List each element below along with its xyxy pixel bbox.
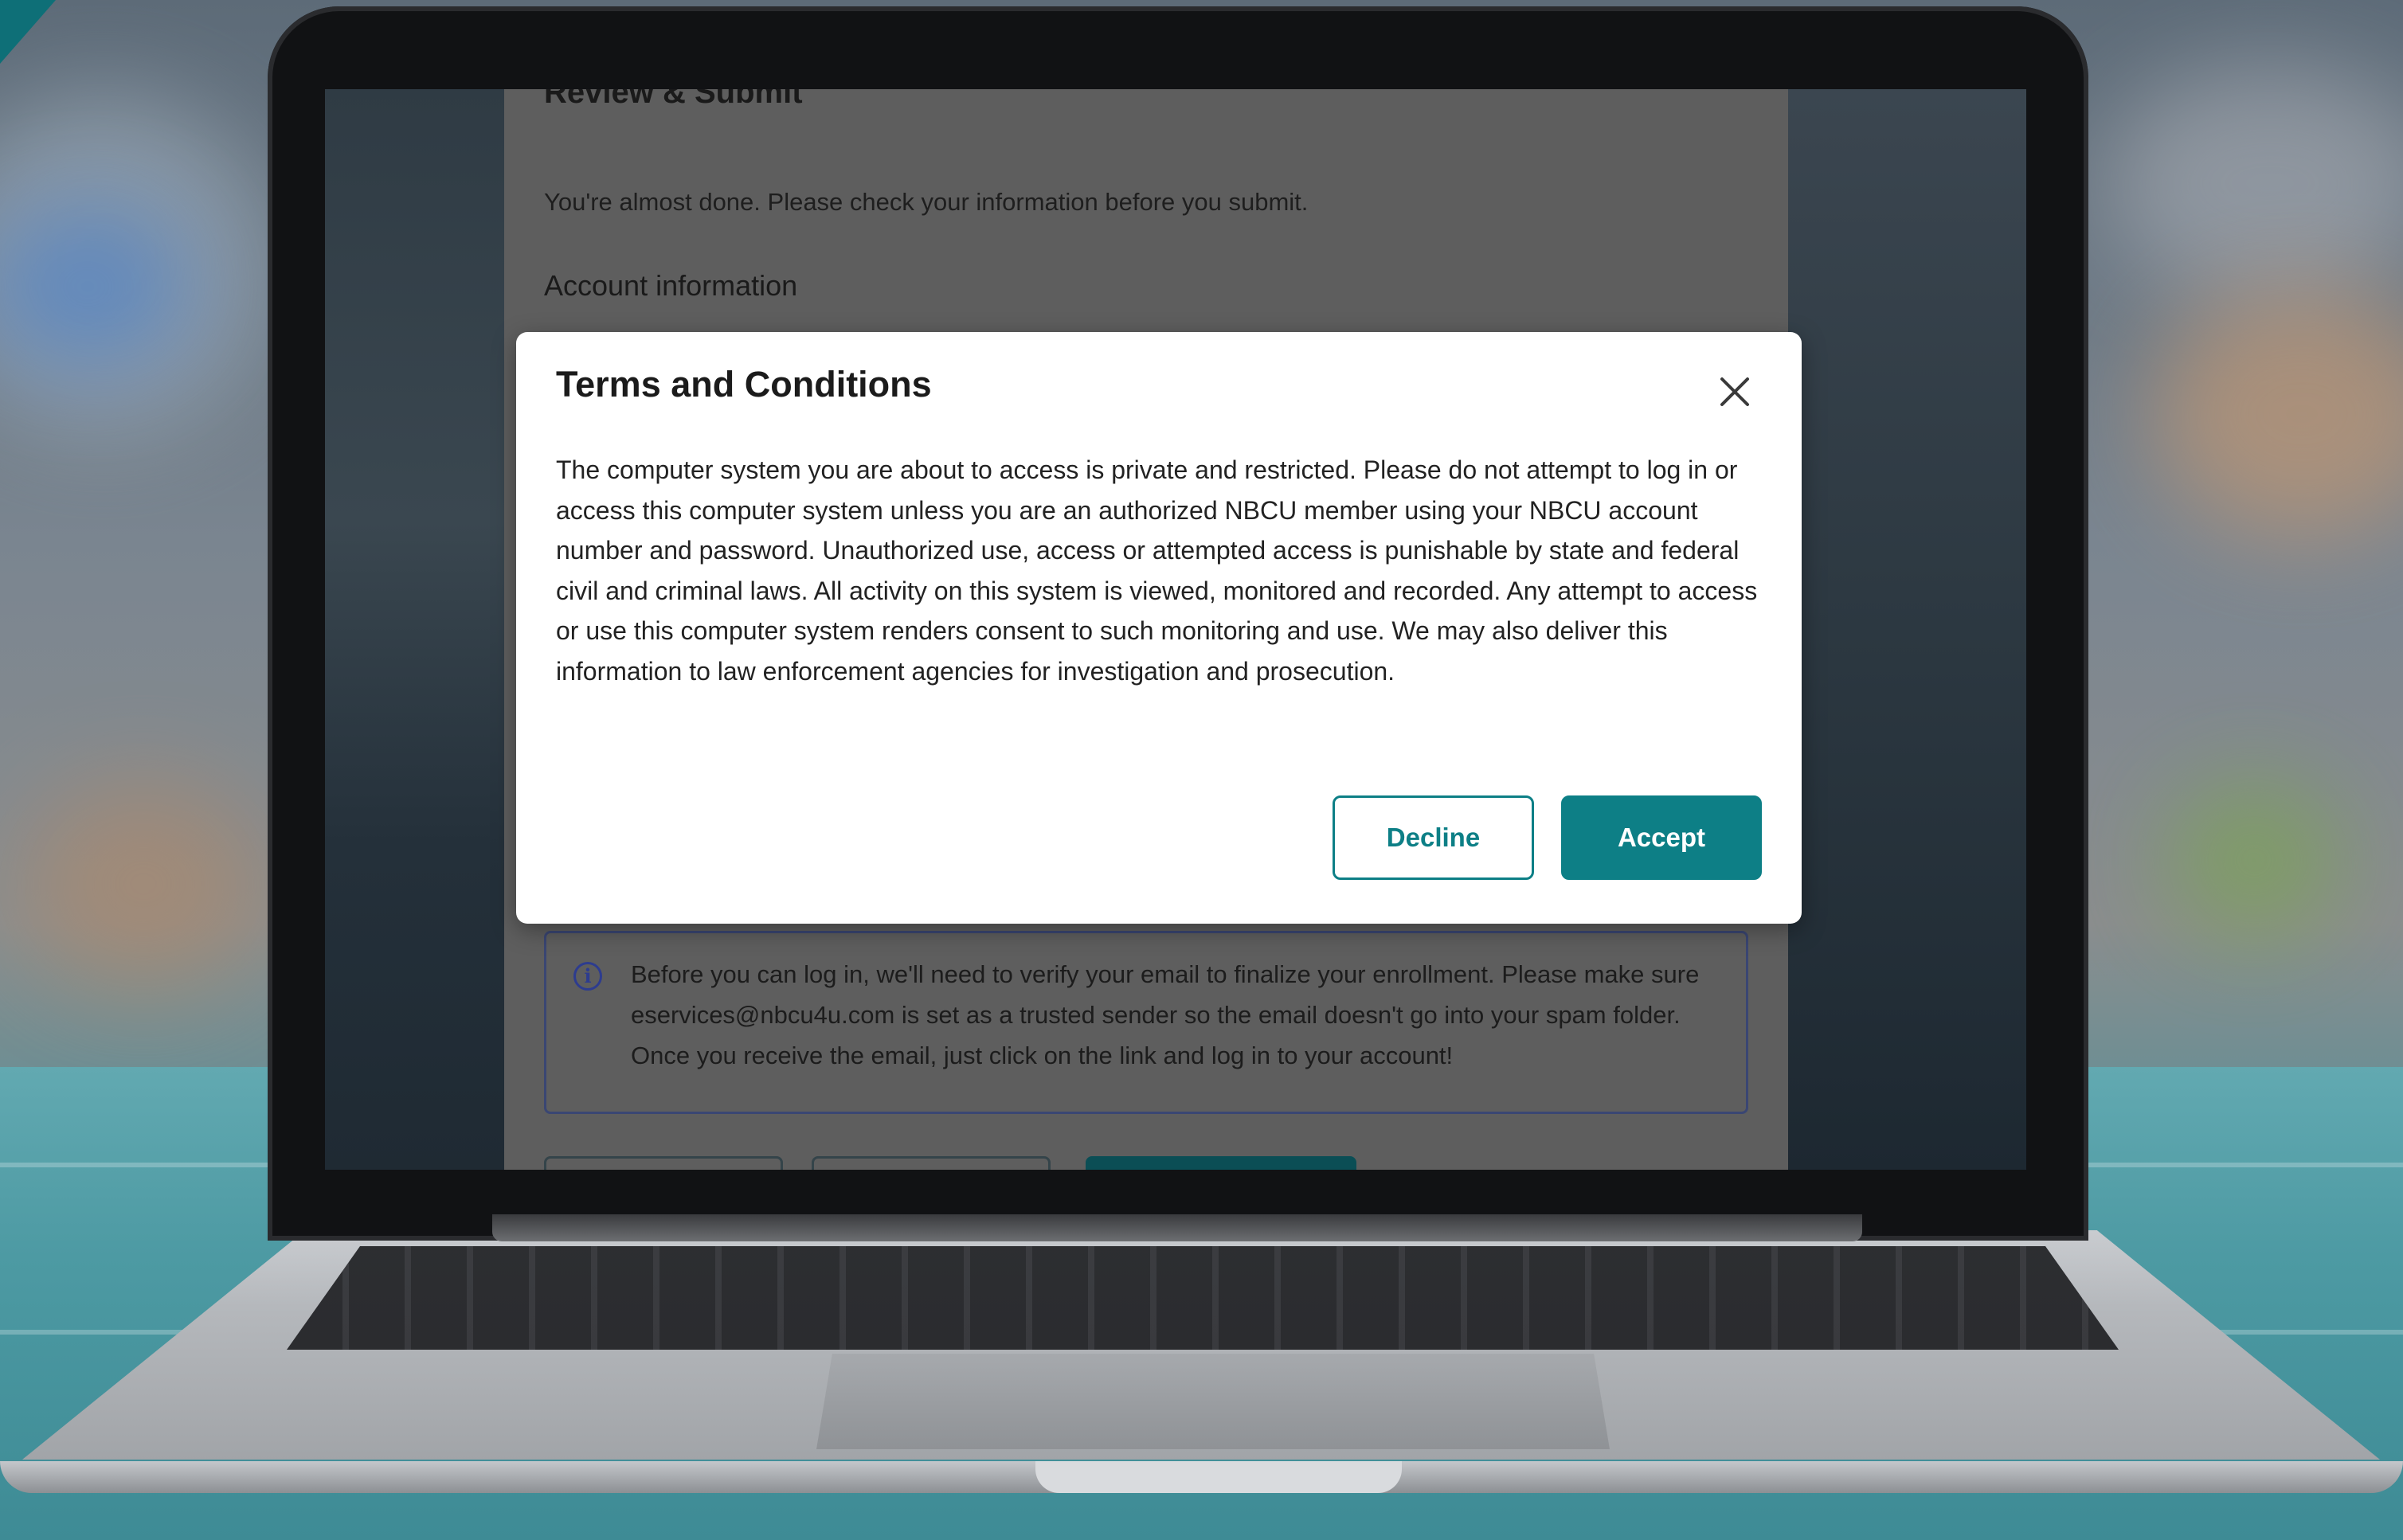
back-button[interactable] [544,1156,783,1170]
page-intro-text: You're almost done. Please check your in… [544,188,1309,216]
corner-accent [0,0,56,64]
laptop-trackpad [816,1354,1610,1449]
info-notice: i Before you can log in, we'll need to v… [544,931,1748,1114]
section-title-account: Account information [544,269,798,302]
accept-button[interactable]: Accept [1561,795,1762,880]
terms-dialog: Terms and Conditions The computer system… [516,332,1802,924]
laptop-keyboard [287,1246,2119,1350]
close-icon[interactable] [1715,372,1755,412]
background-blur [24,780,263,987]
submit-button[interactable] [1086,1156,1356,1170]
info-notice-text: Before you can log in, we'll need to ver… [631,960,1700,1069]
dialog-title: Terms and Conditions [556,364,932,405]
page-title: Review & Submit [544,89,803,110]
dialog-body-text: The computer system you are about to acc… [556,455,1758,686]
background-blur [2103,64,2403,303]
background-blur [2151,287,2403,541]
laptop-screen: Review & Submit You're almost done. Plea… [325,89,2026,1170]
laptop-hinge [492,1214,1862,1241]
laptop-base-notch [1035,1461,1402,1493]
photo-scene: Review & Submit You're almost done. Plea… [0,0,2403,1540]
cancel-button[interactable] [812,1156,1051,1170]
screen-background-photo [1787,89,2026,1170]
info-icon: i [573,962,602,991]
screen-background-photo [325,89,504,1170]
decline-button[interactable]: Decline [1333,795,1534,880]
background-blur [2166,780,2342,940]
